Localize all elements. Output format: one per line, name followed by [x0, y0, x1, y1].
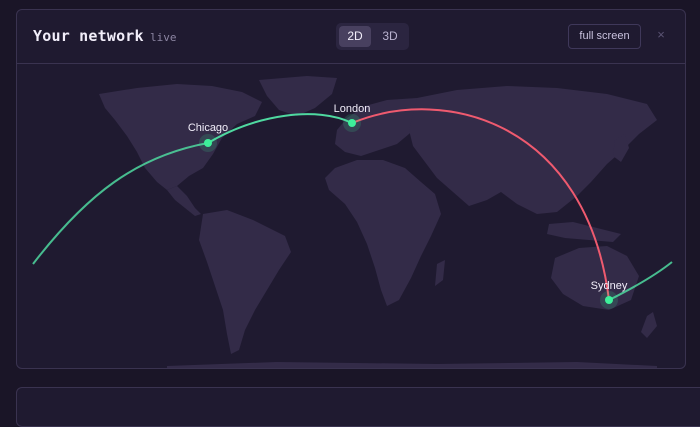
- fullscreen-button[interactable]: full screen: [568, 24, 641, 49]
- view-toggle: 2D 3D: [336, 23, 409, 50]
- land-south-america: [199, 210, 291, 354]
- close-icon[interactable]: ×: [654, 26, 668, 44]
- live-status: live: [150, 31, 177, 44]
- land-masses: [99, 76, 657, 368]
- label-sydney: Sydney: [591, 280, 628, 292]
- land-indonesia: [547, 222, 621, 242]
- next-panel: [16, 387, 700, 427]
- label-london: London: [334, 103, 371, 115]
- view-2d-button[interactable]: 2D: [339, 26, 371, 47]
- land-greenland: [259, 76, 337, 116]
- land-africa: [325, 160, 441, 306]
- land-central-america: [167, 186, 201, 216]
- network-panel: Your network live 2D 3D full screen × Ch…: [16, 9, 686, 369]
- panel-title: Your network: [33, 27, 144, 45]
- world-map[interactable]: Chicago London Sydney: [17, 64, 685, 368]
- land-antarctica: [167, 362, 657, 368]
- land-australia: [551, 246, 639, 310]
- land-madagascar: [435, 260, 445, 286]
- label-chicago: Chicago: [188, 122, 228, 134]
- panel-header: Your network live 2D 3D full screen ×: [17, 10, 685, 64]
- map-canvas: Chicago London Sydney: [32, 76, 673, 368]
- view-3d-button[interactable]: 3D: [374, 26, 406, 47]
- land-north-america: [99, 84, 262, 190]
- land-new-zealand: [641, 312, 657, 338]
